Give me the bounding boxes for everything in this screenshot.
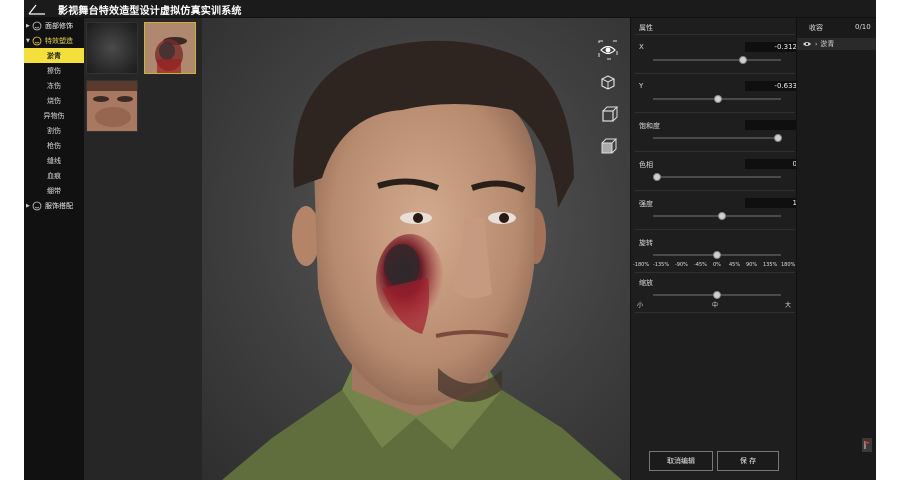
scale-slider[interactable]: [653, 291, 781, 299]
cube-persp-icon[interactable]: [598, 136, 618, 156]
x-slider-handle[interactable]: [738, 56, 747, 64]
intensity-slider-handle[interactable]: [718, 212, 727, 220]
menu-item-burn[interactable]: 烧伤: [24, 93, 84, 108]
thumbnail-eye-closeup[interactable]: [86, 80, 138, 132]
menu-category-label: 服饰搭配: [45, 201, 73, 210]
rotation-tick: 45%: [729, 262, 741, 268]
thumbnail-blank[interactable]: [86, 22, 138, 74]
rotation-tick: 135%: [763, 262, 778, 268]
divider: [635, 272, 795, 273]
intensity-label: 强度: [639, 200, 653, 208]
divider: [635, 151, 795, 152]
flag-icon[interactable]: [862, 438, 872, 452]
x-value[interactable]: -0.312: [745, 42, 801, 52]
cube-front-icon[interactable]: [598, 72, 618, 92]
rotation-tick: 0%: [713, 262, 721, 268]
x-label: X: [639, 43, 644, 51]
scale-mid-label: 中: [712, 302, 719, 309]
thumbnail-bruise-face[interactable]: [144, 22, 196, 74]
menu-category-label: 面部修饰: [45, 21, 73, 30]
hue-label: 色相: [639, 161, 653, 169]
rotation-tick: -90%: [675, 262, 688, 268]
y-label: Y: [639, 82, 644, 90]
app-window: 影视舞台特效造型设计虚拟仿真实训系统 ▶ 面部修饰 ▼ 特效塑造 淤青 擦伤 冻…: [24, 0, 876, 480]
inventory-panel: 收容 0/10 › 淤青: [796, 18, 876, 480]
y-slider[interactable]: [653, 95, 781, 103]
back-icon[interactable]: [28, 2, 46, 16]
face-mask-icon: [32, 201, 42, 210]
visibility-eye-icon[interactable]: [803, 41, 811, 47]
saturation-slider[interactable]: [653, 134, 783, 142]
menu-item-bandage[interactable]: 绷带: [24, 183, 84, 198]
divider: [635, 112, 795, 113]
y-value[interactable]: -0.633: [745, 81, 801, 91]
3d-viewport[interactable]: [202, 18, 630, 480]
divider: [635, 190, 795, 191]
app-title: 影视舞台特效造型设计虚拟仿真实训系统: [58, 6, 242, 17]
eye-icon[interactable]: [598, 40, 618, 60]
hue-value[interactable]: 0: [745, 159, 801, 169]
menu-category-costume[interactable]: ▶ 服饰搭配: [24, 198, 84, 213]
divider: [635, 73, 795, 74]
rotation-tick: -135%: [653, 262, 670, 268]
properties-panel: 属性 X -0.312 Y -0.633 饱和度 色相 0 强度 1 旋转 -1…: [630, 18, 801, 480]
category-menu: ▶ 面部修饰 ▼ 特效塑造 淤青 擦伤 冻伤 烧伤 异物伤 割伤 枪伤 缝线 血…: [24, 18, 84, 480]
inventory-item-label: 淤青: [820, 40, 835, 48]
divider: [635, 312, 795, 313]
save-button[interactable]: 保 存: [717, 451, 779, 471]
inventory-title: 收容: [809, 24, 823, 32]
rotation-label: 旋转: [639, 239, 653, 247]
menu-category-label: 特效塑造: [45, 36, 73, 45]
divider: [635, 34, 795, 35]
scale-label: 缩放: [639, 279, 653, 287]
menu-item-bruise[interactable]: 淤青: [24, 48, 84, 63]
rotation-slider[interactable]: [653, 251, 781, 259]
menu-item-cut[interactable]: 割伤: [24, 123, 84, 138]
menu-category-effects[interactable]: ▼ 特效塑造: [24, 33, 84, 48]
rotation-tick: 90%: [746, 262, 758, 268]
hue-slider[interactable]: [652, 173, 781, 181]
texture-thumbnail-panel: [84, 18, 202, 480]
rotation-tick: -180%: [633, 262, 650, 268]
rotation-tick: 180%: [781, 262, 796, 268]
saturation-slider-handle[interactable]: [774, 134, 783, 142]
menu-item-abrasion[interactable]: 擦伤: [24, 63, 84, 78]
menu-item-gunshot[interactable]: 枪伤: [24, 138, 84, 153]
intensity-value[interactable]: 1: [745, 198, 801, 208]
chevron-right-icon: ›: [815, 40, 818, 48]
menu-item-blood-mark[interactable]: 血痕: [24, 168, 84, 183]
rotation-tick: -45%: [694, 262, 707, 268]
menu-item-stitches[interactable]: 缝线: [24, 153, 84, 168]
rotation-slider-handle[interactable]: [713, 251, 721, 259]
title-bar: 影视舞台特效造型设计虚拟仿真实训系统: [24, 0, 876, 18]
x-slider[interactable]: [653, 56, 781, 64]
menu-item-foreign-object[interactable]: 异物伤: [24, 108, 84, 123]
intensity-slider[interactable]: [653, 212, 781, 220]
saturation-label: 饱和度: [639, 122, 660, 130]
hue-slider-handle[interactable]: [652, 173, 661, 181]
scale-large-label: 大: [785, 302, 792, 309]
character-head-render: [222, 40, 622, 480]
scale-small-label: 小: [637, 302, 644, 309]
y-slider-handle[interactable]: [714, 95, 723, 103]
divider: [635, 229, 795, 230]
scale-slider-handle[interactable]: [713, 291, 721, 299]
eye-closeup-image: [87, 81, 137, 131]
cube-side-icon[interactable]: [598, 104, 618, 124]
face-mask-icon: [32, 36, 42, 45]
bruise-face-image: [145, 23, 195, 73]
saturation-value[interactable]: [745, 120, 801, 130]
face-mask-icon: [32, 21, 42, 30]
inventory-item[interactable]: › 淤青: [797, 38, 876, 50]
menu-category-face[interactable]: ▶ 面部修饰: [24, 18, 84, 33]
properties-title: 属性: [639, 24, 653, 32]
menu-item-frostbite[interactable]: 冻伤: [24, 78, 84, 93]
inventory-count: 0/10: [855, 23, 871, 31]
cancel-edit-button[interactable]: 取消编辑: [649, 451, 713, 471]
